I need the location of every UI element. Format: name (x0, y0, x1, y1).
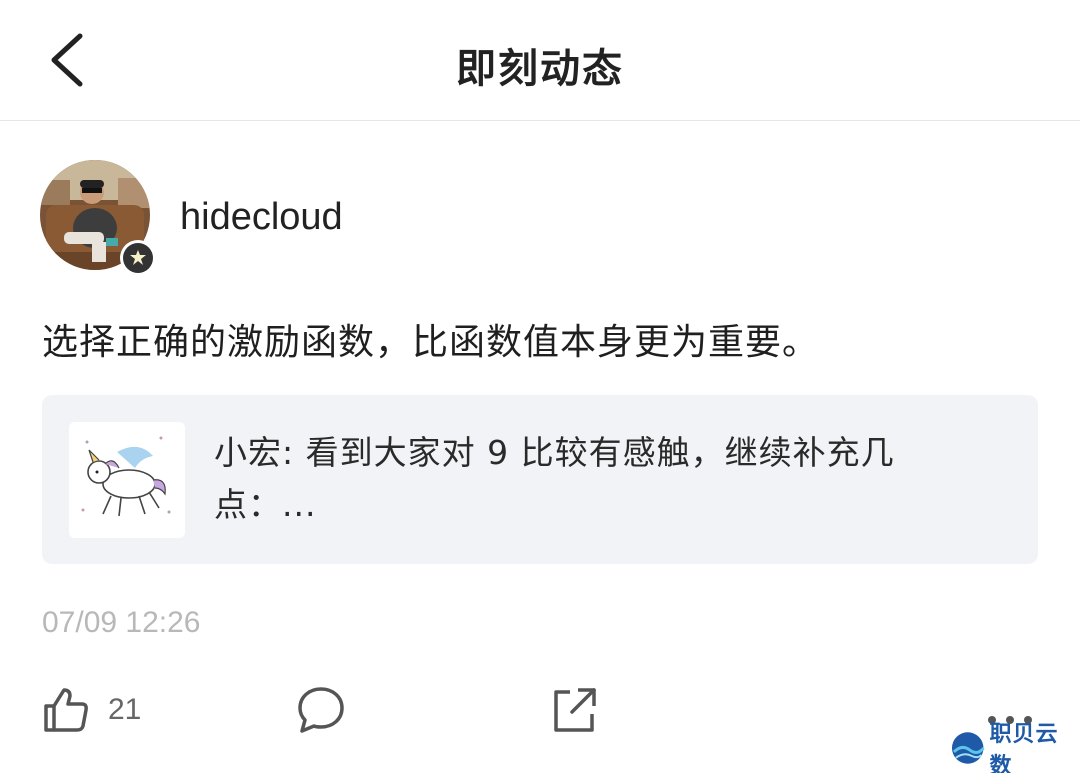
quoted-post-line-1: 小宏: 看到大家对 9 比较有感触，继续补充几 (214, 433, 895, 472)
quoted-post-line-2: 点：... (214, 485, 317, 524)
watermark-logo-icon (951, 732, 985, 764)
like-button[interactable]: 21 (40, 680, 141, 740)
post-action-bar: 21 (0, 680, 1080, 740)
quoted-post-card[interactable]: 小宏: 看到大家对 9 比较有感触，继续补充几 点：... (42, 395, 1038, 564)
comment-button[interactable] (294, 680, 348, 740)
like-count: 21 (108, 693, 142, 726)
thumbs-up-icon (44, 688, 88, 732)
comment-bubble-icon (298, 687, 344, 733)
watermark-text: 职贝云数 (989, 722, 1059, 773)
top-bar: 即刻动态 (0, 0, 1080, 121)
page-title: 即刻动态 (456, 46, 624, 92)
unicorn-image (69, 422, 185, 538)
quoted-post-text: 小宏: 看到大家对 9 比较有感触，继续补充几 点：... (214, 427, 994, 531)
watermark: 职贝云数 (950, 722, 1080, 773)
post-timestamp: 07/09 12:26 (42, 606, 201, 639)
author-username[interactable]: hidecloud (180, 196, 343, 239)
share-button[interactable] (548, 680, 600, 740)
post-content: 选择正确的激励函数，比函数值本身更为重要。 (42, 322, 820, 363)
share-icon (554, 688, 596, 732)
verified-badge-icon (120, 240, 156, 276)
post-author: hidecloud (40, 160, 640, 276)
quoted-post-thumbnail (69, 422, 185, 538)
